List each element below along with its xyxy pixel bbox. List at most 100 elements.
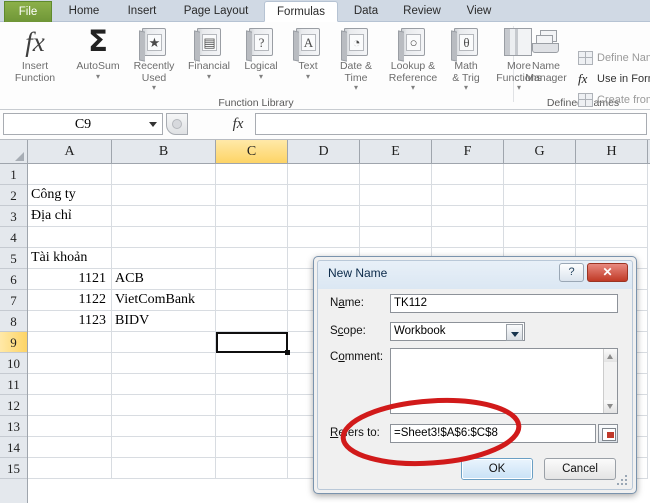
column-header-H[interactable]: H (576, 140, 648, 163)
grid-cell[interactable] (360, 227, 432, 248)
grid-cell[interactable] (216, 248, 288, 269)
grid-cell[interactable] (28, 437, 112, 458)
row-header-7[interactable]: 7 (0, 290, 27, 311)
formula-input[interactable] (255, 113, 647, 135)
grid-cell[interactable] (28, 395, 112, 416)
ribbon-button-financial[interactable]: ▤Financial▾ (182, 25, 236, 81)
grid-cell[interactable] (216, 206, 288, 227)
name-field[interactable]: TK112 (390, 294, 618, 313)
tab-view[interactable]: View (456, 1, 502, 22)
row-header-2[interactable]: 2 (0, 185, 27, 206)
name-box[interactable]: C9 (3, 113, 163, 135)
grid-cell[interactable] (28, 374, 112, 395)
refers-to-field[interactable]: =Sheet3!$A$6:$C$8 (390, 424, 596, 443)
row-header-11[interactable]: 11 (0, 374, 27, 395)
tab-page-layout[interactable]: Page Layout (174, 1, 258, 22)
row-header-12[interactable]: 12 (0, 395, 27, 416)
chevron-down-icon[interactable]: ▾ (207, 73, 211, 81)
cancel-button[interactable]: Cancel (544, 458, 616, 480)
ribbon-button-lookup-reference[interactable]: ○Lookup & Reference▾ (382, 25, 444, 92)
comment-scrollbar[interactable] (603, 349, 617, 413)
ribbon-button-text[interactable]: AText▾ (286, 25, 330, 81)
grid-cell-value[interactable]: Công ty (28, 185, 196, 206)
grid-cell[interactable] (432, 227, 504, 248)
ribbon-button-autosum[interactable]: ΣAutoSum▾ (70, 25, 126, 81)
grid-cell[interactable] (112, 332, 216, 353)
grid-cell[interactable] (216, 164, 288, 185)
grid-cell[interactable] (216, 416, 288, 437)
grid-cell[interactable] (112, 395, 216, 416)
column-header-B[interactable]: B (112, 140, 216, 163)
help-icon[interactable]: ? (559, 263, 584, 282)
grid-cell[interactable] (360, 164, 432, 185)
active-cell-selection[interactable] (216, 332, 288, 353)
grid-cell[interactable] (432, 206, 504, 227)
scroll-down-icon[interactable] (604, 400, 617, 413)
grid-cell[interactable] (360, 206, 432, 227)
insert-function-icon[interactable]: fx (225, 114, 251, 134)
column-header-D[interactable]: D (288, 140, 360, 163)
tab-formulas[interactable]: Formulas (264, 1, 338, 22)
grid-cell-value[interactable]: Địa chỉ (28, 206, 196, 227)
grid-cell[interactable] (432, 185, 504, 206)
chevron-down-icon[interactable]: ▾ (517, 84, 521, 92)
grid-cell[interactable] (216, 227, 288, 248)
grid-cell[interactable] (432, 164, 504, 185)
tab-insert[interactable]: Insert (116, 1, 168, 22)
ribbon-button-recently-used[interactable]: ★Recently Used▾ (126, 25, 182, 92)
row-header-10[interactable]: 10 (0, 353, 27, 374)
close-icon[interactable]: ✕ (587, 263, 628, 282)
row-header-3[interactable]: 3 (0, 206, 27, 227)
grid-cell[interactable] (216, 185, 288, 206)
collapse-range-icon[interactable] (598, 424, 618, 443)
tab-file[interactable]: File (4, 1, 52, 22)
row-header-1[interactable]: 1 (0, 164, 27, 185)
grid-cell[interactable] (28, 227, 112, 248)
grid-cell-value[interactable]: Tài khoản (28, 248, 196, 269)
grid-cell[interactable] (216, 395, 288, 416)
column-header-F[interactable]: F (432, 140, 504, 163)
grid-cell[interactable] (504, 227, 576, 248)
grid-cell[interactable] (288, 164, 360, 185)
grid-cell-value[interactable]: VietComBank (112, 290, 320, 311)
ribbon-button-logical[interactable]: ?Logical▾ (236, 25, 286, 81)
grid-cell[interactable] (112, 227, 216, 248)
grid-cell-value[interactable]: ACB (112, 269, 320, 290)
ribbon-button-date-time[interactable]: ◔Date & Time▾ (330, 25, 382, 92)
chevron-down-icon[interactable]: ▾ (464, 84, 468, 92)
grid-cell[interactable] (576, 227, 648, 248)
column-header-A[interactable]: A (28, 140, 112, 163)
chevron-down-icon[interactable]: ▾ (152, 84, 156, 92)
chevron-down-icon[interactable]: ▾ (354, 84, 358, 92)
ribbon-button-math-trig[interactable]: θMath & Trig▾ (444, 25, 488, 92)
ok-button[interactable]: OK (461, 458, 533, 480)
grid-cell-value[interactable]: 1121 (28, 269, 112, 290)
grid-cell[interactable] (112, 437, 216, 458)
ribbon-button-create-from-selection[interactable]: Create from (578, 93, 650, 107)
grid-cell[interactable] (288, 227, 360, 248)
chevron-down-icon[interactable]: ▾ (411, 84, 415, 92)
grid-cell[interactable] (112, 164, 216, 185)
grid-cell[interactable] (112, 374, 216, 395)
row-header-8[interactable]: 8 (0, 311, 27, 332)
grid-cell[interactable] (28, 164, 112, 185)
column-header-E[interactable]: E (360, 140, 432, 163)
grid-cell[interactable] (288, 206, 360, 227)
tab-data[interactable]: Data (344, 1, 388, 22)
grid-cell[interactable] (504, 185, 576, 206)
grid-cell[interactable] (576, 185, 648, 206)
chevron-down-icon[interactable]: ▾ (96, 73, 100, 81)
tab-home[interactable]: Home (58, 1, 110, 22)
grid-cell[interactable] (112, 416, 216, 437)
formula-bar-expand-handle[interactable] (166, 113, 188, 135)
row-header-14[interactable]: 14 (0, 437, 27, 458)
comment-textarea[interactable] (390, 348, 618, 414)
chevron-down-icon[interactable] (506, 324, 523, 341)
grid-cell[interactable] (576, 164, 648, 185)
grid-cell[interactable] (28, 416, 112, 437)
grid-cell[interactable] (112, 458, 216, 479)
grid-cell[interactable] (28, 353, 112, 374)
scroll-up-icon[interactable] (604, 349, 617, 362)
row-header-9[interactable]: 9 (0, 332, 27, 353)
select-all-corner[interactable] (0, 140, 28, 163)
